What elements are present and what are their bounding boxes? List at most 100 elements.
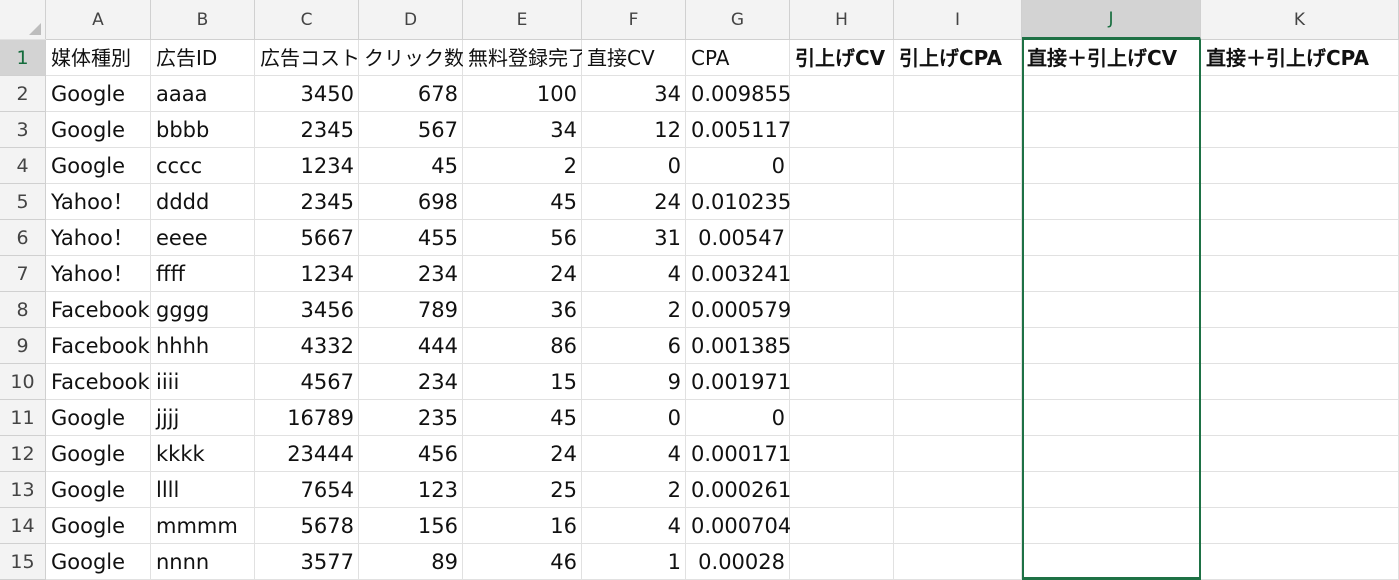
cell-f8[interactable]: 2 [582, 292, 686, 328]
cell-b1[interactable]: 広告ID [151, 40, 255, 76]
cell-g15[interactable]: 0.00028 [686, 544, 790, 580]
cell-j2[interactable] [1022, 76, 1201, 112]
row-header-15[interactable]: 15 [0, 544, 46, 580]
cell-j12[interactable] [1022, 436, 1201, 472]
cell-f6[interactable]: 31 [582, 220, 686, 256]
cell-b15[interactable]: nnnn [151, 544, 255, 580]
cell-d15[interactable]: 89 [359, 544, 463, 580]
cell-i7[interactable] [894, 256, 1022, 292]
cell-e2[interactable]: 100 [463, 76, 582, 112]
cell-h12[interactable] [790, 436, 894, 472]
cell-g9[interactable]: 0.001385 [686, 328, 790, 364]
cell-e9[interactable]: 86 [463, 328, 582, 364]
cell-f15[interactable]: 1 [582, 544, 686, 580]
cell-a14[interactable]: Google [46, 508, 151, 544]
cell-g11[interactable]: 0 [686, 400, 790, 436]
cell-b5[interactable]: dddd [151, 184, 255, 220]
cell-g12[interactable]: 0.000171 [686, 436, 790, 472]
cell-j5[interactable] [1022, 184, 1201, 220]
cell-d9[interactable]: 444 [359, 328, 463, 364]
cell-k4[interactable] [1201, 148, 1399, 184]
cell-h9[interactable] [790, 328, 894, 364]
cell-h7[interactable] [790, 256, 894, 292]
cell-c2[interactable]: 3450 [255, 76, 359, 112]
row-header-5[interactable]: 5 [0, 184, 46, 220]
cell-g8[interactable]: 0.000579 [686, 292, 790, 328]
cell-d11[interactable]: 235 [359, 400, 463, 436]
cell-g5[interactable]: 0.010235 [686, 184, 790, 220]
cell-b9[interactable]: hhhh [151, 328, 255, 364]
row-header-11[interactable]: 11 [0, 400, 46, 436]
cell-b10[interactable]: iiii [151, 364, 255, 400]
cell-a9[interactable]: Facebook [46, 328, 151, 364]
cell-e13[interactable]: 25 [463, 472, 582, 508]
cell-k12[interactable] [1201, 436, 1399, 472]
spreadsheet-grid[interactable]: A B C D E F G H I J K 1 媒体種別 広告ID 広告コスト クリック数 無料登録完了 直接CV… [0, 0, 1399, 580]
cell-a3[interactable]: Google [46, 112, 151, 148]
cell-c15[interactable]: 3577 [255, 544, 359, 580]
cell-c14[interactable]: 5678 [255, 508, 359, 544]
cell-k5[interactable] [1201, 184, 1399, 220]
cell-e5[interactable]: 45 [463, 184, 582, 220]
cell-a12[interactable]: Google [46, 436, 151, 472]
cell-g3[interactable]: 0.005117 [686, 112, 790, 148]
cell-e3[interactable]: 34 [463, 112, 582, 148]
column-header-j[interactable]: J [1022, 0, 1201, 40]
row-header-14[interactable]: 14 [0, 508, 46, 544]
cell-h1[interactable]: 引上げCV [790, 40, 894, 76]
cell-h3[interactable] [790, 112, 894, 148]
cell-b6[interactable]: eeee [151, 220, 255, 256]
cell-f10[interactable]: 9 [582, 364, 686, 400]
cell-h13[interactable] [790, 472, 894, 508]
cell-d2[interactable]: 678 [359, 76, 463, 112]
cell-h8[interactable] [790, 292, 894, 328]
cell-c10[interactable]: 4567 [255, 364, 359, 400]
cell-k11[interactable] [1201, 400, 1399, 436]
cell-a8[interactable]: Facebook [46, 292, 151, 328]
cell-f3[interactable]: 12 [582, 112, 686, 148]
cell-k1[interactable]: 直接＋引上げCPA [1201, 40, 1399, 76]
cell-a5[interactable]: Yahoo！ [46, 184, 151, 220]
cell-a1[interactable]: 媒体種別 [46, 40, 151, 76]
cell-c13[interactable]: 7654 [255, 472, 359, 508]
column-header-h[interactable]: H [790, 0, 894, 40]
cell-e14[interactable]: 16 [463, 508, 582, 544]
column-header-e[interactable]: E [463, 0, 582, 40]
cell-j11[interactable] [1022, 400, 1201, 436]
cell-d1[interactable]: クリック数 [359, 40, 463, 76]
cell-k8[interactable] [1201, 292, 1399, 328]
cell-c11[interactable]: 16789 [255, 400, 359, 436]
cell-d4[interactable]: 45 [359, 148, 463, 184]
cell-k15[interactable] [1201, 544, 1399, 580]
cell-b12[interactable]: kkkk [151, 436, 255, 472]
cell-i15[interactable] [894, 544, 1022, 580]
row-header-4[interactable]: 4 [0, 148, 46, 184]
cell-d13[interactable]: 123 [359, 472, 463, 508]
cell-i6[interactable] [894, 220, 1022, 256]
cell-e6[interactable]: 56 [463, 220, 582, 256]
cell-h4[interactable] [790, 148, 894, 184]
row-header-12[interactable]: 12 [0, 436, 46, 472]
cell-d6[interactable]: 455 [359, 220, 463, 256]
cell-h14[interactable] [790, 508, 894, 544]
cell-i3[interactable] [894, 112, 1022, 148]
cell-f1[interactable]: 直接CV [582, 40, 686, 76]
column-header-i[interactable]: I [894, 0, 1022, 40]
cell-j1[interactable]: 直接＋引上げCV [1022, 40, 1201, 76]
select-all-corner[interactable] [0, 0, 46, 40]
cell-h10[interactable] [790, 364, 894, 400]
cell-h6[interactable] [790, 220, 894, 256]
cell-e8[interactable]: 36 [463, 292, 582, 328]
row-header-9[interactable]: 9 [0, 328, 46, 364]
cell-i12[interactable] [894, 436, 1022, 472]
cell-i2[interactable] [894, 76, 1022, 112]
column-header-d[interactable]: D [359, 0, 463, 40]
cell-g4[interactable]: 0 [686, 148, 790, 184]
cell-c8[interactable]: 3456 [255, 292, 359, 328]
column-header-c[interactable]: C [255, 0, 359, 40]
row-header-2[interactable]: 2 [0, 76, 46, 112]
cell-j7[interactable] [1022, 256, 1201, 292]
row-header-10[interactable]: 10 [0, 364, 46, 400]
cell-f5[interactable]: 24 [582, 184, 686, 220]
cell-b4[interactable]: cccc [151, 148, 255, 184]
